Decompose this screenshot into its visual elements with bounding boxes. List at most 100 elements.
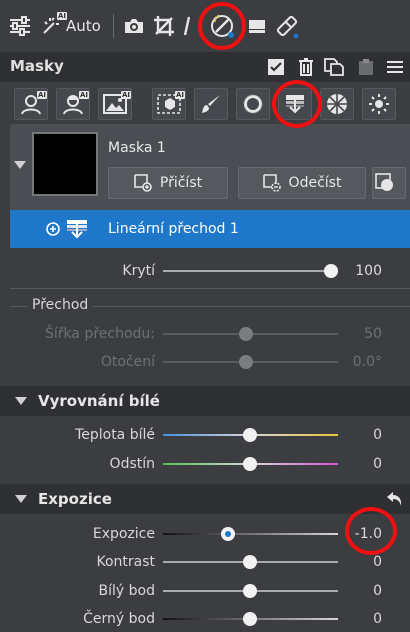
tint-label: Odstín bbox=[109, 456, 155, 472]
contrast-label: Kontrast bbox=[96, 554, 155, 570]
contrast-slider-knob[interactable] bbox=[243, 555, 257, 569]
collapse-arrow-icon[interactable] bbox=[15, 495, 27, 503]
opacity-slider-knob[interactable] bbox=[324, 264, 338, 278]
mask-thumbnail[interactable] bbox=[32, 132, 98, 196]
mask-item[interactable]: Maska 1 Přičíst Odečíst bbox=[10, 124, 410, 210]
gradient-width-slider-knob[interactable] bbox=[239, 327, 253, 341]
black-point-slider-knob[interactable] bbox=[243, 612, 257, 626]
ai-badge: AI bbox=[37, 91, 48, 99]
color-wheel-icon bbox=[327, 94, 347, 114]
temperature-slider-knob[interactable] bbox=[243, 428, 257, 442]
mask-tools-row: AI AI AI AI bbox=[0, 82, 410, 124]
gradient-width-value[interactable]: 50 bbox=[364, 326, 382, 342]
mask-name: Maska 1 bbox=[108, 140, 166, 156]
white-point-value[interactable]: 0 bbox=[373, 583, 382, 599]
sliders-icon[interactable] bbox=[8, 10, 32, 42]
luminance-mask-button[interactable] bbox=[362, 88, 396, 120]
brush-mask-button[interactable] bbox=[194, 88, 228, 120]
contrast-value[interactable]: 0 bbox=[373, 554, 382, 570]
divider bbox=[92, 306, 410, 307]
gradient-layer-row[interactable]: Lineární přechod 1 bbox=[10, 210, 410, 248]
white-point-slider-knob[interactable] bbox=[243, 584, 257, 598]
exposure-slider-track[interactable] bbox=[163, 533, 338, 535]
toolbar-divider bbox=[113, 14, 114, 38]
linear-gradient-mask-button[interactable] bbox=[278, 88, 312, 120]
ai-landscape-mask-button[interactable]: AI bbox=[98, 88, 132, 120]
masks-header: Masky bbox=[0, 52, 410, 82]
add-to-mask-label: Přičíst bbox=[159, 175, 203, 191]
camera-icon[interactable] bbox=[122, 10, 146, 42]
temperature-label: Teplota bílé bbox=[75, 427, 155, 443]
white-balance-section-header[interactable]: Vyrovnání bílé bbox=[0, 386, 410, 416]
copy-icon[interactable] bbox=[323, 56, 345, 78]
tint-value[interactable]: 0 bbox=[373, 456, 382, 472]
ai-badge: AI bbox=[57, 12, 68, 20]
ai-badge: AI bbox=[175, 91, 186, 99]
auto-label: Auto bbox=[66, 17, 101, 35]
white-point-label: Bílý bod bbox=[98, 583, 155, 599]
crop-icon[interactable] bbox=[152, 10, 176, 42]
opacity-slider-row: Krytí 100 bbox=[0, 257, 410, 285]
temperature-value[interactable]: 0 bbox=[373, 427, 382, 443]
ai-object-mask-button[interactable]: AI bbox=[152, 88, 186, 120]
add-to-mask-button[interactable]: Přičíst bbox=[108, 167, 228, 199]
gradient-width-slider-row: Šířka přechodu: 50 bbox=[0, 320, 410, 348]
opacity-label: Krytí bbox=[122, 263, 155, 279]
checkmark-icon[interactable] bbox=[265, 56, 287, 78]
black-point-label: Černý bod bbox=[83, 611, 155, 627]
linear-gradient-icon bbox=[286, 95, 304, 114]
trash-icon[interactable] bbox=[295, 56, 317, 78]
ai-badge: AI bbox=[121, 91, 132, 99]
black-point-value[interactable]: 0 bbox=[373, 611, 382, 627]
paste-icon[interactable] bbox=[355, 56, 377, 78]
subtract-from-mask-button[interactable]: Odečíst bbox=[238, 167, 366, 199]
masks-title: Masky bbox=[10, 57, 64, 75]
gradient-section-label: Přechod bbox=[32, 297, 89, 313]
linear-gradient-icon bbox=[67, 220, 87, 239]
gradient-width-label: Šířka přechodu: bbox=[45, 326, 155, 342]
menu-icon[interactable] bbox=[384, 56, 406, 78]
white-balance-title: Vyrovnání bílé bbox=[38, 392, 160, 410]
tint-slider-knob[interactable] bbox=[243, 457, 257, 471]
local-adjustments-icon[interactable] bbox=[207, 10, 239, 42]
white-point-slider-row: Bílý bod 0 bbox=[0, 577, 410, 605]
invert-mask-button[interactable] bbox=[372, 167, 406, 199]
ai-badge: AI bbox=[79, 91, 90, 99]
color-mask-button[interactable] bbox=[320, 88, 354, 120]
radial-gradient-icon bbox=[243, 94, 263, 114]
tint-slider-row: Odstín 0 bbox=[0, 450, 410, 478]
brush-icon bbox=[202, 95, 220, 113]
rotation-value[interactable]: 0.0° bbox=[353, 354, 382, 370]
subtract-mask-icon bbox=[262, 174, 281, 192]
radial-mask-button[interactable] bbox=[236, 88, 270, 120]
ai-person-mask-button[interactable]: AI bbox=[14, 88, 48, 120]
divider bbox=[10, 288, 410, 289]
rotation-slider-row: Otočení 0.0° bbox=[0, 348, 410, 376]
exposure-slider-knob[interactable] bbox=[221, 527, 235, 541]
sun-icon bbox=[369, 94, 389, 114]
rotation-slider-knob[interactable] bbox=[239, 355, 253, 369]
auto-button[interactable]: AI Auto bbox=[40, 10, 104, 42]
invert-mask-icon bbox=[375, 173, 393, 191]
divider bbox=[10, 306, 28, 307]
exposure-slider-row: Expozice -1.0 bbox=[0, 520, 410, 548]
opacity-value[interactable]: 100 bbox=[355, 263, 382, 279]
contrast-slider-row: Kontrast 0 bbox=[0, 548, 410, 576]
rotation-label: Otočení bbox=[100, 354, 155, 370]
layers-icon[interactable] bbox=[246, 10, 268, 42]
straighten-icon[interactable] bbox=[180, 10, 194, 42]
opacity-slider-track[interactable] bbox=[163, 270, 338, 272]
exposure-value[interactable]: -1.0 bbox=[355, 526, 382, 542]
eraser-icon[interactable] bbox=[274, 10, 300, 42]
temperature-slider-row: Teplota bílé 0 bbox=[0, 421, 410, 449]
exposure-title: Expozice bbox=[38, 490, 112, 508]
collapse-arrow-icon[interactable] bbox=[15, 397, 27, 405]
top-toolbar: AI Auto bbox=[0, 0, 410, 52]
add-circle-icon[interactable] bbox=[46, 222, 60, 236]
black-point-slider-row: Černý bod 0 bbox=[0, 605, 410, 632]
ai-group-mask-button[interactable]: AI bbox=[56, 88, 90, 120]
exposure-section-header[interactable]: Expozice bbox=[0, 484, 410, 514]
reset-icon[interactable] bbox=[386, 490, 404, 508]
collapse-arrow-icon[interactable] bbox=[14, 161, 26, 169]
exposure-label: Expozice bbox=[92, 526, 155, 542]
